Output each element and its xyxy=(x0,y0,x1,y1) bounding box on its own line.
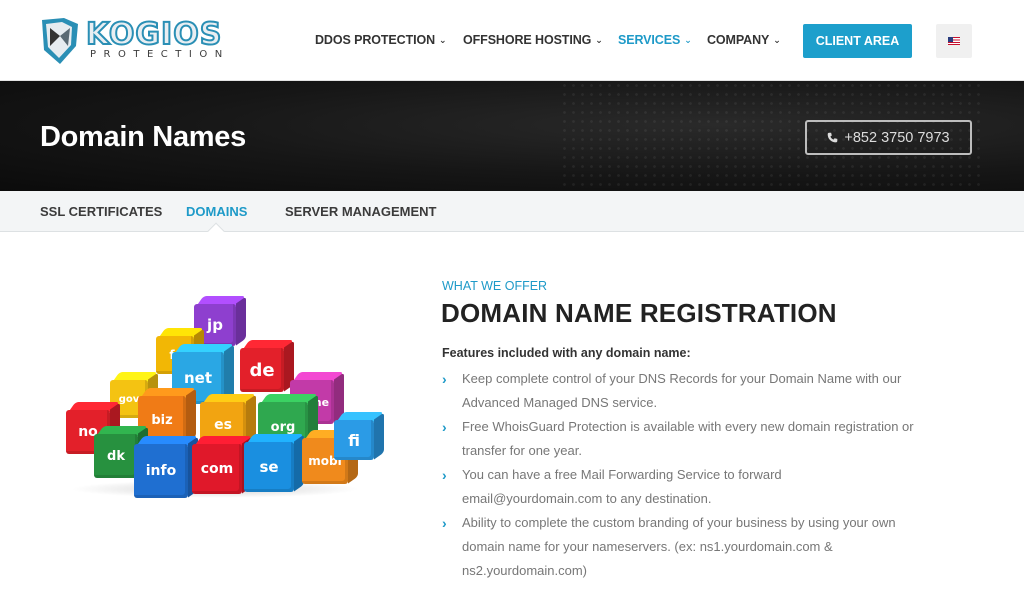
domain-cubes-illustration: jpfrnetdegovnamebizesorgnodkinfocomsemob… xyxy=(60,290,384,498)
tab-server-management[interactable]: SERVER MANAGEMENT xyxy=(285,204,436,219)
brand-tagline: PROTECTION xyxy=(90,49,230,60)
feature-text: Free WhoisGuard Protection is available … xyxy=(462,419,914,458)
nav-item-label: COMPANY xyxy=(707,33,770,47)
nav-item-company[interactable]: COMPANY ⌄ xyxy=(707,33,781,47)
cube-label: dk xyxy=(94,434,138,478)
chevron-down-icon: ⌄ xyxy=(595,35,603,45)
chevron-right-icon: › xyxy=(442,371,447,387)
client-area-button[interactable]: CLIENT AREA xyxy=(803,24,912,58)
chevron-down-icon: ⌄ xyxy=(773,35,781,45)
logo-shield-icon xyxy=(42,18,78,64)
domain-cube-fi: fi xyxy=(334,412,384,462)
domain-cube-de: de xyxy=(240,340,294,394)
language-selector-button[interactable] xyxy=(936,24,972,58)
nav-item-label: OFFSHORE HOSTING xyxy=(463,33,592,47)
nav-item-label: DDOS PROTECTION xyxy=(315,33,436,47)
domain-cube-com: com xyxy=(192,436,252,496)
cube-label: com xyxy=(192,444,242,494)
site-header: KOGIOS PROTECTION DDOS PROTECTION ⌄ OFFSH… xyxy=(0,0,1024,81)
chevron-right-icon: › xyxy=(442,515,447,531)
brand-name: KOGIOS xyxy=(85,17,223,53)
brand-logo[interactable]: KOGIOS PROTECTION xyxy=(38,16,262,66)
features-label: Features included with any domain name: xyxy=(442,346,691,360)
nav-item-label: SERVICES xyxy=(618,33,681,47)
section-eyebrow: WHAT WE OFFER xyxy=(442,279,548,293)
us-flag-icon xyxy=(948,37,960,45)
phone-button[interactable]: +852 3750 7973 xyxy=(805,120,972,155)
chevron-down-icon: ⌄ xyxy=(439,35,447,45)
feature-item: › You can have a free Mail Forwarding Ser… xyxy=(442,463,922,511)
section-heading: DOMAIN NAME REGISTRATION xyxy=(441,298,837,328)
feature-text: Keep complete control of your DNS Record… xyxy=(462,371,902,410)
chevron-right-icon: › xyxy=(442,419,447,435)
feature-item: › Ability to complete the custom branding… xyxy=(442,511,922,583)
tab-ssl-certificates[interactable]: SSL CERTIFICATES xyxy=(40,204,162,219)
cube-side-face xyxy=(236,296,246,346)
cube-label: de xyxy=(240,348,284,392)
cube-label: info xyxy=(134,444,188,498)
feature-item: › Free WhoisGuard Protection is available… xyxy=(442,415,922,463)
cube-side-face xyxy=(374,412,384,460)
feature-text: You can have a free Mail Forwarding Serv… xyxy=(462,467,782,506)
chevron-down-icon: ⌄ xyxy=(684,35,692,45)
nav-item-services[interactable]: SERVICES ⌄ xyxy=(618,33,692,47)
nav-item-ddos-protection[interactable]: DDOS PROTECTION ⌄ xyxy=(315,33,447,47)
domain-cube-info: info xyxy=(134,436,198,500)
chevron-right-icon: › xyxy=(442,467,447,483)
cube-label: fi xyxy=(334,420,374,460)
feature-item: › Keep complete control of your DNS Recor… xyxy=(442,367,922,415)
page-title: Domain Names xyxy=(40,121,246,153)
nav-item-offshore-hosting[interactable]: OFFSHORE HOSTING ⌄ xyxy=(463,33,603,47)
phone-icon xyxy=(828,132,838,143)
domain-cube-se: se xyxy=(244,434,304,494)
tab-domains[interactable]: DOMAINS xyxy=(186,204,247,219)
cube-label: se xyxy=(244,442,294,492)
services-subnav: SSL CERTIFICATES DOMAINS SERVER MANAGEME… xyxy=(0,191,1024,232)
page-banner: Domain Names +852 3750 7973 xyxy=(0,81,1024,191)
phone-number: +852 3750 7973 xyxy=(844,129,950,146)
feature-text: Ability to complete the custom branding … xyxy=(462,515,896,578)
features-list: › Keep complete control of your DNS Recor… xyxy=(442,367,922,583)
